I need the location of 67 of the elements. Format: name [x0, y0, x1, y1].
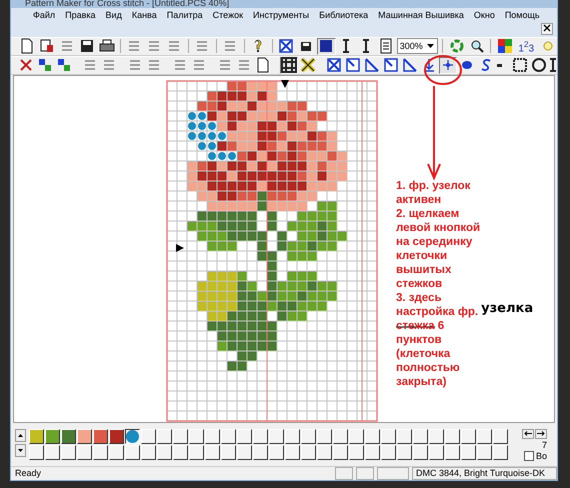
save-icon [78, 38, 94, 54]
menu-item[interactable]: Библиотека [319, 10, 368, 20]
right-arrow-button[interactable] [535, 429, 547, 440]
xstitch-button[interactable] [299, 56, 317, 74]
scroll-down-button[interactable] [15, 444, 26, 458]
select2-icon [56, 57, 72, 74]
caret-icon [426, 44, 434, 48]
half2-button[interactable] [401, 56, 419, 74]
cross-button[interactable] [276, 38, 296, 55]
left-arrow-button[interactable] [522, 429, 534, 440]
menu-item[interactable]: Окно [474, 10, 495, 20]
quarter-button[interactable] [344, 56, 362, 74]
select-button[interactable] [36, 56, 54, 74]
close-button[interactable] [541, 23, 553, 36]
marker-arrow-icon [175, 243, 185, 253]
menu-item[interactable]: Файл [33, 10, 56, 20]
half-icon [364, 57, 380, 74]
half-button[interactable] [363, 56, 381, 74]
colors-button[interactable] [495, 38, 514, 55]
dash-icon [497, 64, 502, 67]
text-button[interactable] [549, 56, 557, 74]
menu-item[interactable]: Палитра [166, 10, 203, 20]
xstitch-icon [300, 57, 316, 74]
circle-icon [531, 57, 547, 74]
thread-info: DMC 3844, Bright Turquoise-DK [412, 466, 557, 480]
up-caret-icon [18, 434, 23, 437]
menu-item[interactable]: Правка [65, 10, 96, 20]
highlight-circle [424, 55, 462, 85]
text2-icon [363, 39, 370, 54]
quarter2-button[interactable] [382, 56, 400, 74]
full-button[interactable] [325, 56, 343, 74]
marker-arrow-icon [280, 79, 290, 89]
colors-icon [496, 38, 513, 54]
down-caret-icon [18, 448, 23, 452]
color-count: 7 [542, 440, 547, 450]
checkbox-label: Bo [536, 451, 547, 462]
status-panel [335, 466, 353, 480]
checkbox[interactable] [524, 451, 534, 462]
text-icon [550, 58, 556, 72]
select2-button[interactable] [55, 56, 73, 74]
numbering-button[interactable]: 1$^{2}$3 [515, 38, 538, 54]
menu-item[interactable]: Машинная Вышивка [378, 10, 464, 20]
menu-item[interactable]: Помощь [504, 10, 540, 20]
scroll-up-button[interactable] [15, 429, 26, 442]
zoom-dropdown[interactable]: 300% [396, 38, 438, 54]
knot-button[interactable] [439, 56, 457, 74]
menu-item[interactable]: Инструменты [253, 10, 310, 20]
text-icon [343, 39, 350, 54]
square-button[interactable] [316, 38, 336, 55]
square-icon [318, 38, 334, 54]
status-panel [356, 466, 374, 480]
handwritten-note: узелка [481, 302, 534, 318]
menu-item[interactable]: Канва [132, 10, 157, 20]
rect-icon [512, 57, 528, 74]
menu-item[interactable]: Вид [106, 10, 122, 20]
grid-button[interactable] [280, 56, 298, 74]
delete-icon [18, 57, 34, 74]
grid-icon [281, 57, 297, 74]
status-message: Ready [15, 468, 42, 478]
circle-button[interactable] [530, 56, 548, 74]
half2-icon [402, 57, 418, 74]
rect-button[interactable] [511, 56, 529, 74]
select-icon [37, 57, 53, 74]
search-icon [468, 38, 485, 54]
recycle-icon [448, 38, 465, 54]
menu-item[interactable]: Стежок [212, 10, 244, 20]
status-panel [377, 466, 409, 480]
